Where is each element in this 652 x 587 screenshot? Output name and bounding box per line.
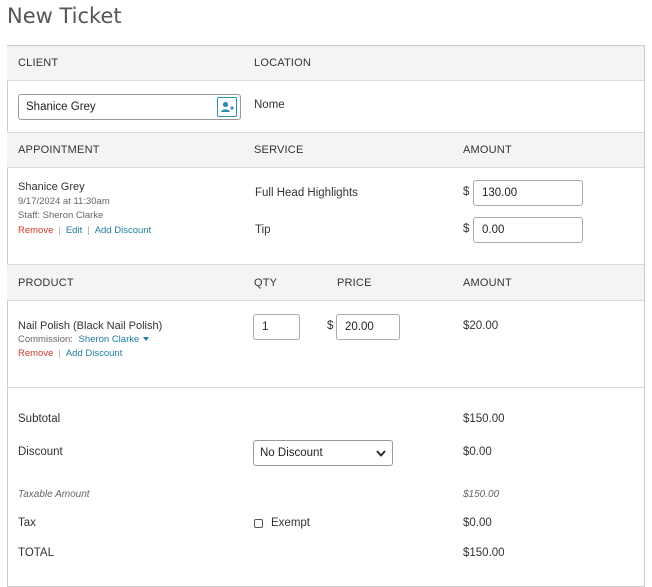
client-header: CLIENT [18, 57, 59, 69]
appointment-actions: Remove | Edit | Add Discount [18, 225, 152, 236]
qty-input[interactable] [253, 314, 300, 340]
client-field[interactable]: Shanice Grey [18, 94, 241, 120]
product-actions: Remove | Add Discount [18, 348, 123, 359]
commission-staff-dropdown[interactable]: Sheron Clarke [79, 334, 150, 345]
tax-value: $0.00 [463, 517, 492, 529]
add-client-button[interactable] [217, 97, 237, 117]
divider [7, 300, 644, 301]
discount-select-value: No Discount [260, 447, 323, 459]
remove-appointment-link[interactable]: Remove [18, 225, 53, 236]
price-header: PRICE [337, 277, 372, 289]
divider [7, 387, 644, 388]
amount-header: AMOUNT [463, 144, 512, 156]
add-discount-product-link[interactable]: Add Discount [66, 348, 123, 359]
exempt-label: Exempt [271, 517, 310, 529]
currency-symbol: $ [327, 320, 334, 332]
commission-label: Commission: [18, 334, 73, 345]
currency-symbol: $ [463, 223, 470, 235]
total-value: $150.00 [463, 547, 505, 559]
service-header: SERVICE [254, 144, 304, 156]
product-name: Nail Polish (Black Nail Polish) [18, 320, 163, 332]
product-header-band [7, 265, 644, 300]
person-plus-icon [221, 101, 234, 112]
commission-row: Commission: Sheron Clarke [18, 334, 150, 345]
location-header: LOCATION [254, 57, 312, 69]
edit-appointment-link[interactable]: Edit [66, 225, 82, 236]
appointment-header-band [7, 133, 644, 167]
caret-down-icon [143, 337, 150, 342]
tip-label: Tip [255, 224, 271, 236]
product-amount: $20.00 [463, 320, 499, 332]
chevron-down-icon [376, 449, 386, 457]
client-header-band [7, 46, 644, 80]
discount-select[interactable]: No Discount [253, 440, 393, 466]
qty-header: QTY [254, 277, 278, 289]
location-value: Nome [254, 99, 285, 111]
divider [7, 80, 644, 81]
appointment-staff: Staff: Sheron Clarke [18, 210, 104, 221]
commission-staff: Sheron Clarke [78, 334, 140, 345]
appointment-datetime: 9/17/2024 at 11:30am [18, 196, 110, 207]
exempt-checkbox[interactable] [254, 519, 263, 528]
discount-label: Discount [18, 446, 63, 458]
tax-label: Tax [18, 517, 36, 529]
taxable-amount-label: Taxable Amount [18, 489, 90, 500]
product-amount-header: AMOUNT [463, 277, 512, 289]
currency-symbol: $ [463, 186, 470, 198]
price-input[interactable] [336, 314, 400, 340]
client-field-value: Shanice Grey [26, 101, 96, 113]
subtotal-value: $150.00 [463, 413, 505, 425]
discount-value: $0.00 [463, 446, 492, 458]
remove-product-link[interactable]: Remove [18, 348, 53, 359]
service-amount-input[interactable] [473, 180, 583, 206]
tip-amount-input[interactable] [473, 217, 583, 243]
add-discount-appointment-link[interactable]: Add Discount [95, 225, 152, 236]
appointment-client-name: Shanice Grey [18, 181, 85, 193]
taxable-amount-value: $150.00 [463, 489, 500, 500]
total-label: TOTAL [18, 547, 54, 559]
page-title: New Ticket [7, 4, 122, 28]
ticket-panel [7, 45, 645, 587]
divider [7, 167, 644, 168]
service-name: Full Head Highlights [255, 187, 358, 199]
subtotal-label: Subtotal [18, 413, 61, 425]
product-header: PRODUCT [18, 277, 74, 289]
appointment-header: APPOINTMENT [18, 144, 100, 156]
